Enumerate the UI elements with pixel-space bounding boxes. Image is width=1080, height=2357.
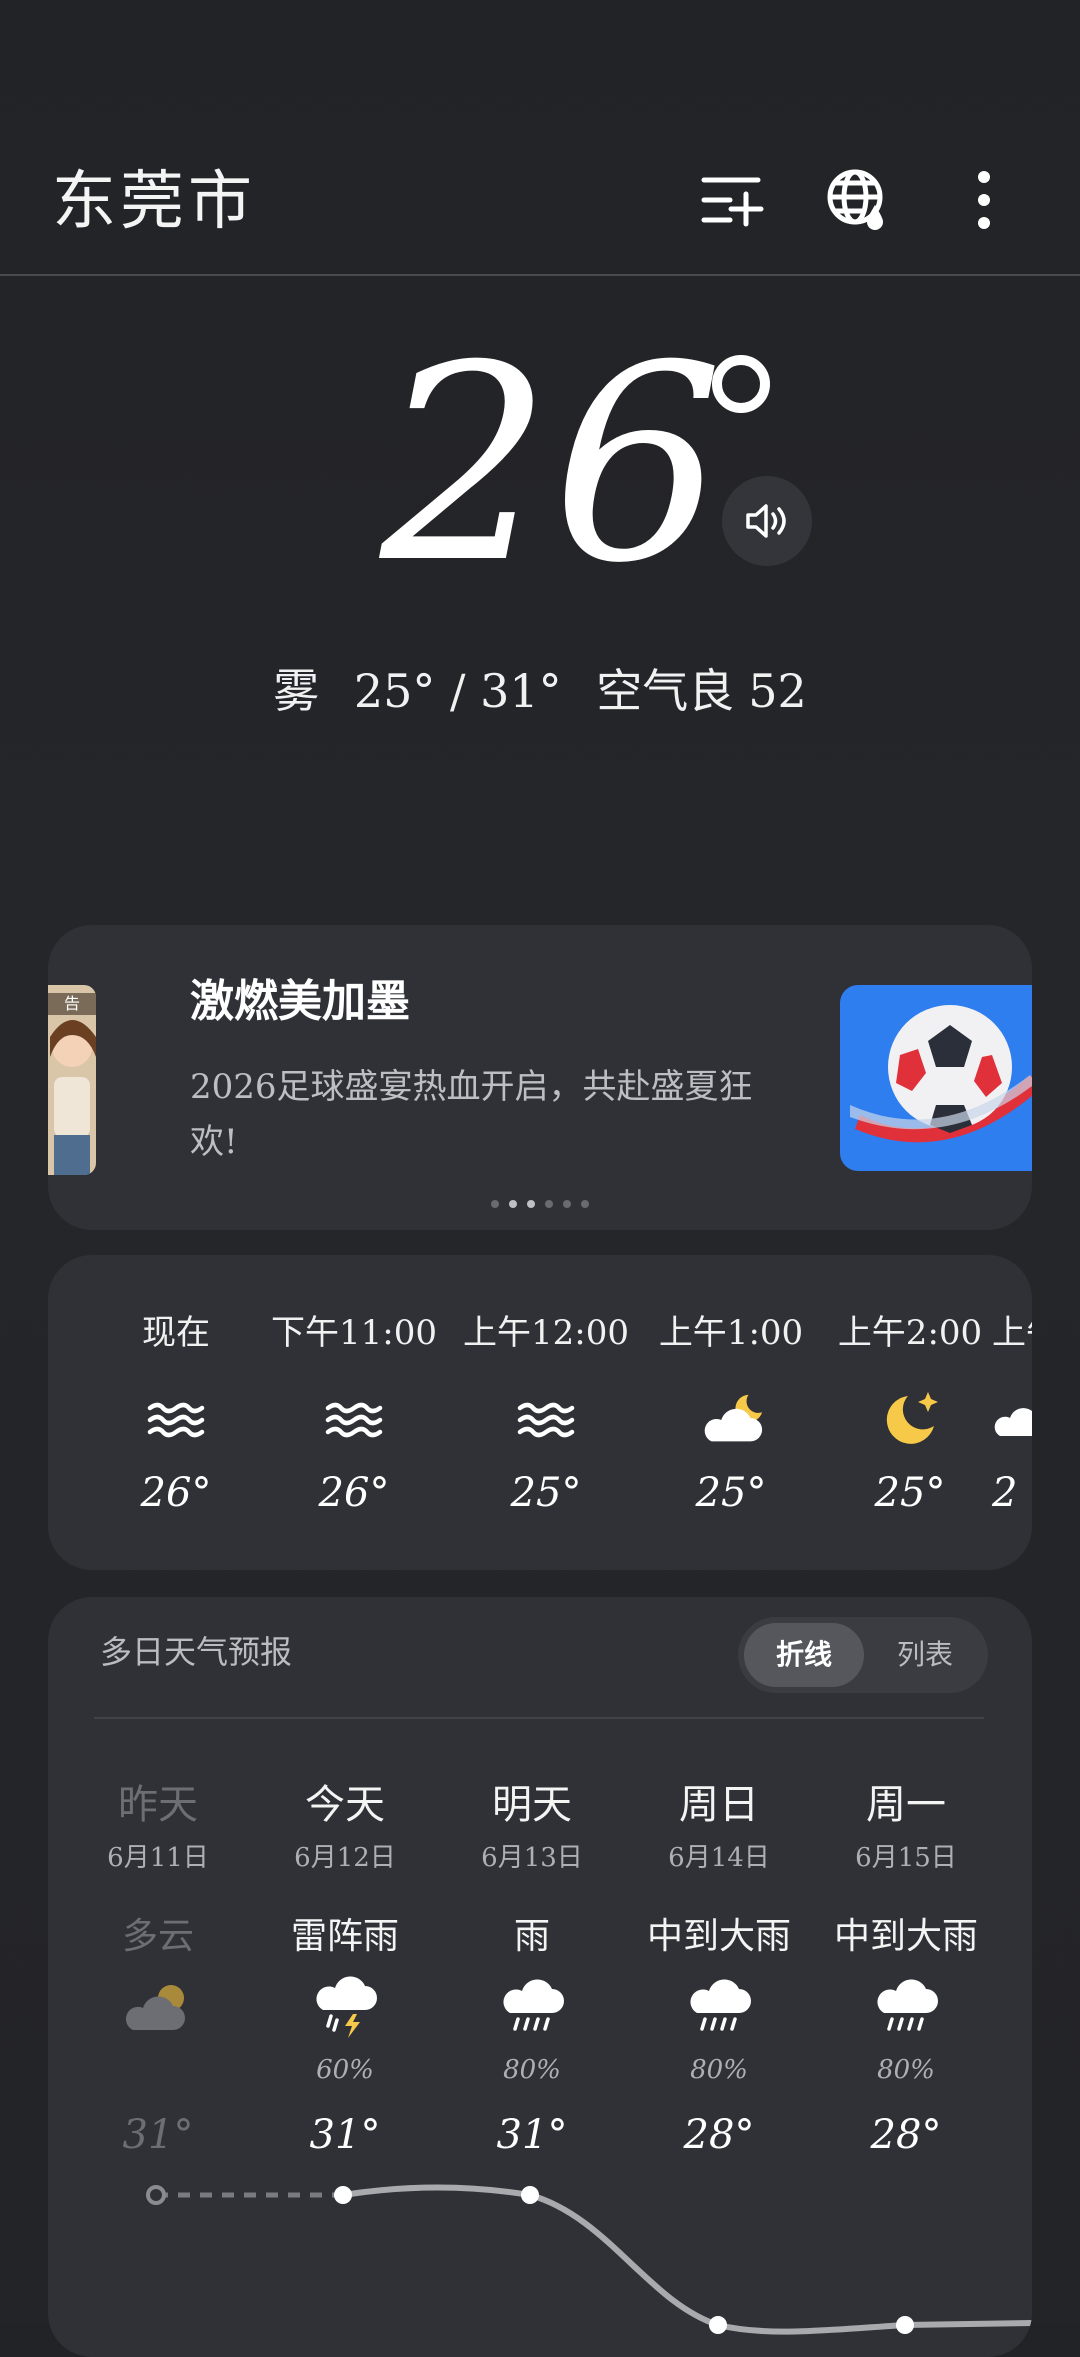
header-divider <box>0 274 1080 276</box>
hour-temp: 25° <box>695 1470 767 1516</box>
city-name[interactable]: 东莞市 <box>52 150 256 242</box>
ad-banner[interactable]: 告 激燃美加墨 2026足球盛宴热血开启，共赴盛夏狂欢! <box>48 925 1032 1230</box>
day-condition: 中到大雨 <box>833 1916 978 1957</box>
hourly-forecast[interactable]: 现在 26° 下午11:00 26° 上午12:00 25° 上午1:00 25… <box>48 1255 1032 1570</box>
air-quality-label[interactable]: 空气良 <box>596 664 734 718</box>
carousel-dot <box>563 1200 571 1208</box>
rain-chance: 80% <box>690 2055 748 2085</box>
day-condition: 中到大雨 <box>646 1916 791 1957</box>
hour-label: 现在 <box>142 1313 210 1353</box>
day-high: 28° <box>870 2112 942 2158</box>
day-condition: 多云 <box>121 1916 194 1957</box>
hour-label: 下午11:00 <box>271 1313 437 1353</box>
day-condition: 雷阵雨 <box>290 1916 399 1957</box>
day-high: 31° <box>122 2112 194 2158</box>
day-label: 明天 <box>492 1782 572 1828</box>
rain-icon <box>861 1967 951 2047</box>
hourly-item[interactable]: 上午 2 <box>988 1255 1032 1570</box>
day-high: 31° <box>496 2112 568 2158</box>
ad-description: 2026足球盛宴热血开启，共赴盛夏狂欢! <box>190 1067 753 1162</box>
hour-label: 上午2:00 <box>837 1313 983 1353</box>
hourly-item[interactable]: 上午1:00 25° <box>641 1255 821 1570</box>
carousel-dot <box>491 1200 499 1208</box>
day-date: 6月14日 <box>668 1843 770 1873</box>
cloudy-night-icon <box>696 1385 766 1455</box>
thunder-rain-icon <box>300 1967 390 2047</box>
day-date: 6月15日 <box>855 1843 957 1873</box>
day-column[interactable]: 周一 6月15日 中到大雨 80% 28° <box>816 1597 996 2357</box>
day-column[interactable]: 今天 6月12日 雷阵雨 60% 31° <box>255 1597 435 2357</box>
fog-icon <box>511 1385 581 1455</box>
partly-cloudy-icon <box>113 1967 203 2047</box>
hourly-item[interactable]: 上午2:00 25° <box>820 1255 1000 1570</box>
hour-temp: 25° <box>874 1470 946 1516</box>
speaker-button[interactable] <box>722 476 812 566</box>
temp-range: 25° / 31° <box>353 664 562 718</box>
add-city-icon[interactable] <box>692 160 772 240</box>
rain-chance: 80% <box>877 2055 935 2085</box>
aqi-value[interactable]: 52 <box>748 664 807 718</box>
day-date: 6月11日 <box>107 1843 209 1873</box>
day-column[interactable]: 昨天 6月11日 多云 31° <box>68 1597 248 2357</box>
day-label: 昨天 <box>118 1782 198 1828</box>
day-date: 6月13日 <box>481 1843 583 1873</box>
speaker-icon <box>746 504 786 538</box>
rain-chance: 60% <box>316 2055 374 2085</box>
day-column[interactable]: 明天 6月13日 雨 80% 31° <box>442 1597 622 2357</box>
day-label: 周日 <box>679 1782 759 1828</box>
day-high: 28° <box>683 2112 755 2158</box>
hourly-item[interactable]: 上午12:00 25° <box>456 1255 636 1570</box>
day-column[interactable]: 周日 6月14日 中到大雨 80% 28° <box>629 1597 809 2357</box>
day-condition: 雨 <box>513 1916 550 1957</box>
current-temperature: 26 <box>380 307 724 622</box>
hour-temp: 26° <box>140 1470 212 1516</box>
hour-temp: 26° <box>318 1470 390 1516</box>
more-icon[interactable] <box>944 160 1024 240</box>
carousel-dot <box>509 1200 517 1208</box>
day-label: 今天 <box>305 1782 385 1828</box>
rain-chance: 80% <box>503 2055 561 2085</box>
clear-night-icon <box>875 1385 945 1455</box>
soccer-ball-image <box>840 985 1032 1171</box>
current-summary: 雾 25° / 31° 空气良 52 <box>0 655 1080 721</box>
cloud-icon <box>983 1385 1032 1455</box>
hourly-item[interactable]: 下午11:00 26° <box>264 1255 444 1570</box>
carousel-dot <box>545 1200 553 1208</box>
daily-forecast[interactable]: 多日天气预报 折线 列表 昨天 6月11日 多云 31° 今天 6月12日 雷阵… <box>48 1597 1032 2357</box>
carousel-dots <box>48 1200 1032 1208</box>
day-high: 31° <box>309 2112 381 2158</box>
condition-text: 雾 <box>273 664 320 718</box>
fog-icon <box>141 1385 211 1455</box>
day-date: 6月12日 <box>294 1843 396 1873</box>
carousel-dot <box>527 1200 535 1208</box>
carousel-dot <box>581 1200 589 1208</box>
hour-label: 上午12:00 <box>463 1313 629 1353</box>
rain-icon <box>487 1967 577 2047</box>
ad-title: 激燃美加墨 <box>190 976 410 1027</box>
hour-label: 上午 <box>992 1313 1032 1353</box>
fog-icon <box>319 1385 389 1455</box>
globe-icon[interactable] <box>818 160 898 240</box>
rain-icon <box>674 1967 764 2047</box>
hour-temp: 2 <box>992 1470 1018 1516</box>
degree-symbol <box>712 355 770 413</box>
day-label: 周一 <box>866 1782 946 1828</box>
hour-temp: 25° <box>510 1470 582 1516</box>
hour-label: 上午1:00 <box>658 1313 804 1353</box>
hourly-item[interactable]: 现在 26° <box>86 1255 266 1570</box>
app-header: 东莞市 <box>0 0 1080 275</box>
ad-avatar-image: 告 <box>48 985 96 1175</box>
